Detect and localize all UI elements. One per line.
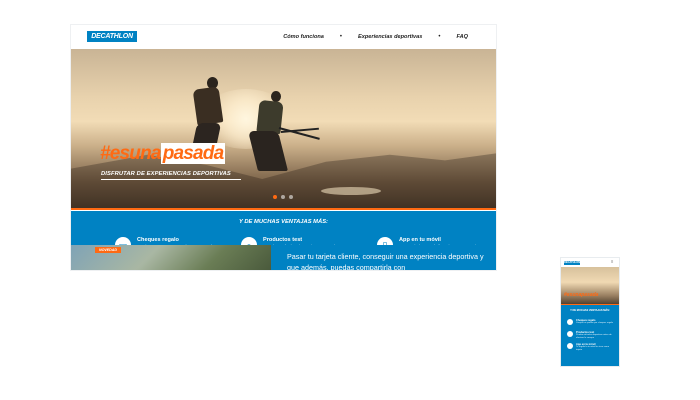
search-icon [567,331,573,337]
benefit-title: Cheques regalo [137,237,179,243]
hero-title: #esuna pasada [100,143,226,164]
hero-subtitle: DISFRUTAR DE EXPERIENCIAS DEPORTIVAS [101,171,231,177]
phone-icon [567,343,573,349]
carousel-dot-2[interactable] [281,195,285,199]
mobile-benefit-desc: Canjea tus puntos por cheques regalo [576,322,613,324]
mobile-hero: #esunapasada [561,267,619,305]
nav-link-experiencias[interactable]: Experiencias deportivas [358,34,422,40]
mobile-decathlon-logo[interactable]: DECATHLON [564,261,580,265]
promo-text: Pasar tu tarjeta cliente, conseguir una … [287,252,484,270]
hamburger-icon[interactable]: ≡ [611,260,616,264]
benefit-title: App en tu móvil [399,237,441,243]
hiker-1-body [192,86,224,126]
mobile-benefits-section: Y DE MUCHAS VENTAJAS MÁS: Cheques regalo… [561,305,619,366]
carousel-dots [273,195,293,199]
mobile-benefits-title: Y DE MUCHAS VENTAJAS MÁS: [570,309,610,312]
hero-title-hashtag: #esuna [100,143,161,164]
promo-section: NOVEDAD Pasar tu tarjeta cliente, conseg… [71,245,496,270]
hero-accent-bar [71,208,496,210]
carousel-dot-1[interactable] [273,195,277,199]
top-navigation: DECATHLON Cómo funciona • Experiencias d… [71,25,496,50]
hero-title-highlight: pasada [160,143,226,164]
mobile-benefit-desc: Te regalo la tu móvil te sirve como tarj… [576,346,610,351]
nav-menu: Cómo funciona • Experiencias deportivas … [283,25,468,49]
mobile-page-preview: DECATHLON ≡ #esunapasada Y DE MUCHAS VEN… [561,258,619,366]
hero-lake [321,187,381,195]
mobile-nav: DECATHLON ≡ [561,258,619,267]
nav-link-como-funciona[interactable]: Cómo funciona [283,34,324,40]
benefit-title: Productos test [263,237,303,243]
nav-separator: • [339,34,343,40]
mobile-hero-title: #esunapasada [564,292,599,298]
benefits-title: Y DE MUCHAS VENTAJAS MÁS: [238,219,328,225]
card-icon [567,319,573,325]
mobile-benefit-desc: Prueba artículos deportivos antes de efe… [576,334,612,339]
nav-separator: • [438,34,441,40]
hero-banner: #esuna pasada DISFRUTAR DE EXPERIENCIAS D… [71,49,496,210]
decathlon-logo[interactable]: DECATHLON [87,31,137,42]
carousel-dot-3[interactable] [289,195,293,199]
nav-link-faq[interactable]: FAQ [457,34,469,40]
promo-badge: NOVEDAD [95,247,121,253]
hero-underline [101,179,241,180]
desktop-page-preview: DECATHLON Cómo funciona • Experiencias d… [71,25,496,270]
